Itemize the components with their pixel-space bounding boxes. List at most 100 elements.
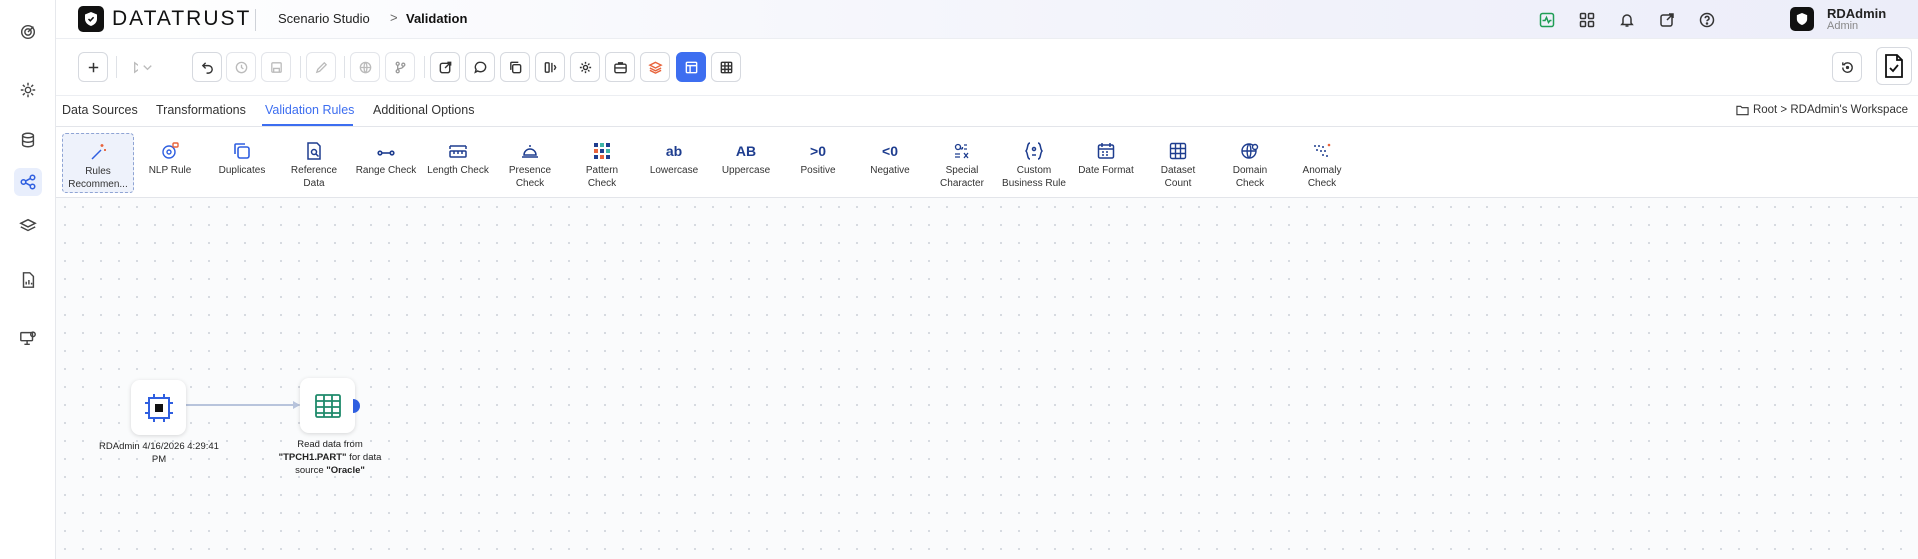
report-icon[interactable] — [14, 266, 42, 294]
negative-icon: <0 — [882, 143, 898, 159]
table-icon — [314, 393, 341, 418]
brand-logo[interactable]: DATATRUST — [78, 6, 251, 32]
rule-palette: Rules Recommen... NLP Rule Duplicates Ref… — [56, 127, 1918, 198]
copy-button[interactable] — [500, 52, 530, 82]
rule-presence-check[interactable]: Presence Check — [494, 133, 566, 193]
reference-data-icon — [304, 137, 324, 161]
shield-logo-icon — [78, 6, 104, 32]
calendar-icon — [1096, 137, 1116, 161]
canvas-view-button[interactable] — [676, 52, 706, 82]
compare-button[interactable] — [535, 52, 565, 82]
rule-rules-recommendation[interactable]: Rules Recommen... — [62, 133, 134, 193]
export-button[interactable] — [430, 52, 460, 82]
monitor-settings-icon[interactable] — [14, 324, 42, 352]
left-rail — [0, 0, 56, 559]
rule-uppercase[interactable]: AB Uppercase — [710, 133, 782, 193]
breadcrumb-current: Validation — [406, 11, 468, 26]
branch-button[interactable] — [385, 52, 415, 82]
layers-icon[interactable] — [14, 212, 42, 240]
rule-lowercase[interactable]: ab Lowercase — [638, 133, 710, 193]
workspace-path[interactable]: Root > RDAdmin's Workspace — [1736, 104, 1908, 116]
notification-bell-icon[interactable] — [1617, 10, 1637, 30]
user-name[interactable]: RDAdmin — [1827, 6, 1886, 21]
toolbar — [56, 39, 1918, 96]
user-role: Admin — [1827, 20, 1859, 32]
start-node-label: RDAdmin 4/16/2026 4:29:41 PM — [99, 441, 219, 465]
undo-button[interactable] — [192, 52, 222, 82]
grid-count-icon — [1168, 137, 1188, 161]
rule-negative[interactable]: <0 Negative — [854, 133, 926, 193]
custom-rule-icon — [1024, 137, 1044, 161]
table-view-button[interactable] — [711, 52, 741, 82]
database-icon[interactable] — [14, 126, 42, 154]
add-button[interactable] — [78, 52, 108, 82]
rule-nlp[interactable]: NLP Rule — [134, 133, 206, 193]
ruler-icon — [448, 137, 468, 161]
avatar[interactable] — [1790, 7, 1814, 31]
target-icon[interactable] — [14, 18, 42, 46]
active-tab-indicator — [262, 124, 353, 126]
rule-pattern-check[interactable]: Pattern Check — [566, 133, 638, 193]
pattern-icon — [592, 137, 612, 161]
workspace-path-text: Root > RDAdmin's Workspace — [1752, 104, 1908, 116]
rule-tabs: Data Sources Transformations Validation … — [56, 96, 1918, 127]
bell-icon — [520, 137, 540, 161]
tab-validation-rules[interactable]: Validation Rules — [265, 103, 354, 117]
breadcrumb-scenario-studio[interactable]: Scenario Studio — [278, 11, 370, 26]
lowercase-icon: ab — [665, 143, 683, 159]
read-data-node-label: Read data from "TPCH1.PART" for data sou… — [278, 439, 382, 476]
briefcase-button[interactable] — [605, 52, 635, 82]
validate-document-button[interactable] — [1876, 47, 1912, 85]
range-icon — [376, 137, 396, 161]
rule-duplicates[interactable]: Duplicates — [206, 133, 278, 193]
top-bar: DATATRUST Scenario Studio > Validation R… — [56, 0, 1918, 39]
globe-button[interactable] — [350, 52, 380, 82]
flow-canvas[interactable]: RDAdmin 4/16/2026 4:29:41 PM Read data f… — [56, 198, 1918, 559]
rule-reference-data[interactable]: Reference Data — [278, 133, 350, 193]
output-port[interactable] — [353, 399, 363, 413]
flow-connector — [177, 401, 300, 409]
help-icon[interactable] — [1697, 10, 1717, 30]
tab-transformations[interactable]: Transformations — [156, 103, 246, 117]
rule-positive[interactable]: >0 Positive — [782, 133, 854, 193]
stack-layers-button[interactable] — [640, 52, 670, 82]
activity-icon[interactable] — [1537, 10, 1557, 30]
divider — [424, 56, 425, 78]
positive-icon: >0 — [810, 143, 826, 159]
apps-grid-icon[interactable] — [1577, 10, 1597, 30]
divider — [116, 56, 117, 78]
save-draft-button[interactable] — [261, 52, 291, 82]
run-dropdown-chevron-down-icon[interactable] — [138, 52, 156, 82]
comment-button[interactable] — [465, 52, 495, 82]
scenario-flow-icon[interactable] — [14, 168, 42, 196]
rule-date-format[interactable]: Date Format — [1070, 133, 1142, 193]
rule-custom-business-rule[interactable]: Custom Business Rule — [998, 133, 1070, 193]
edit-button[interactable] — [306, 52, 336, 82]
duplicates-icon — [232, 137, 252, 161]
divider — [300, 56, 301, 78]
read-data-node[interactable] — [300, 378, 355, 433]
special-character-icon — [952, 137, 972, 161]
external-link-icon[interactable] — [1657, 10, 1677, 30]
config-gear-button[interactable] — [570, 52, 600, 82]
rule-anomaly-check[interactable]: Anomaly Check — [1286, 133, 1358, 193]
rule-length-check[interactable]: Length Check — [422, 133, 494, 193]
tab-data-sources[interactable]: Data Sources — [62, 103, 138, 117]
anomaly-icon — [1312, 137, 1332, 161]
settings-icon[interactable] — [14, 76, 42, 104]
rule-range-check[interactable]: Range Check — [350, 133, 422, 193]
history-button[interactable] — [226, 52, 256, 82]
rule-dataset-count[interactable]: Dataset Count — [1142, 133, 1214, 193]
start-node-icon — [144, 393, 173, 422]
divider — [255, 9, 256, 31]
domain-icon — [1240, 137, 1260, 161]
reset-history-button[interactable] — [1832, 52, 1862, 82]
folder-icon — [1736, 105, 1749, 116]
tab-additional-options[interactable]: Additional Options — [373, 103, 474, 117]
start-node[interactable] — [131, 380, 186, 435]
divider — [344, 56, 345, 78]
breadcrumb-separator: > — [390, 10, 398, 25]
rule-domain-check[interactable]: Domain Check — [1214, 133, 1286, 193]
brand-name: DATATRUST — [112, 7, 252, 30]
rule-special-character[interactable]: Special Character — [926, 133, 998, 193]
